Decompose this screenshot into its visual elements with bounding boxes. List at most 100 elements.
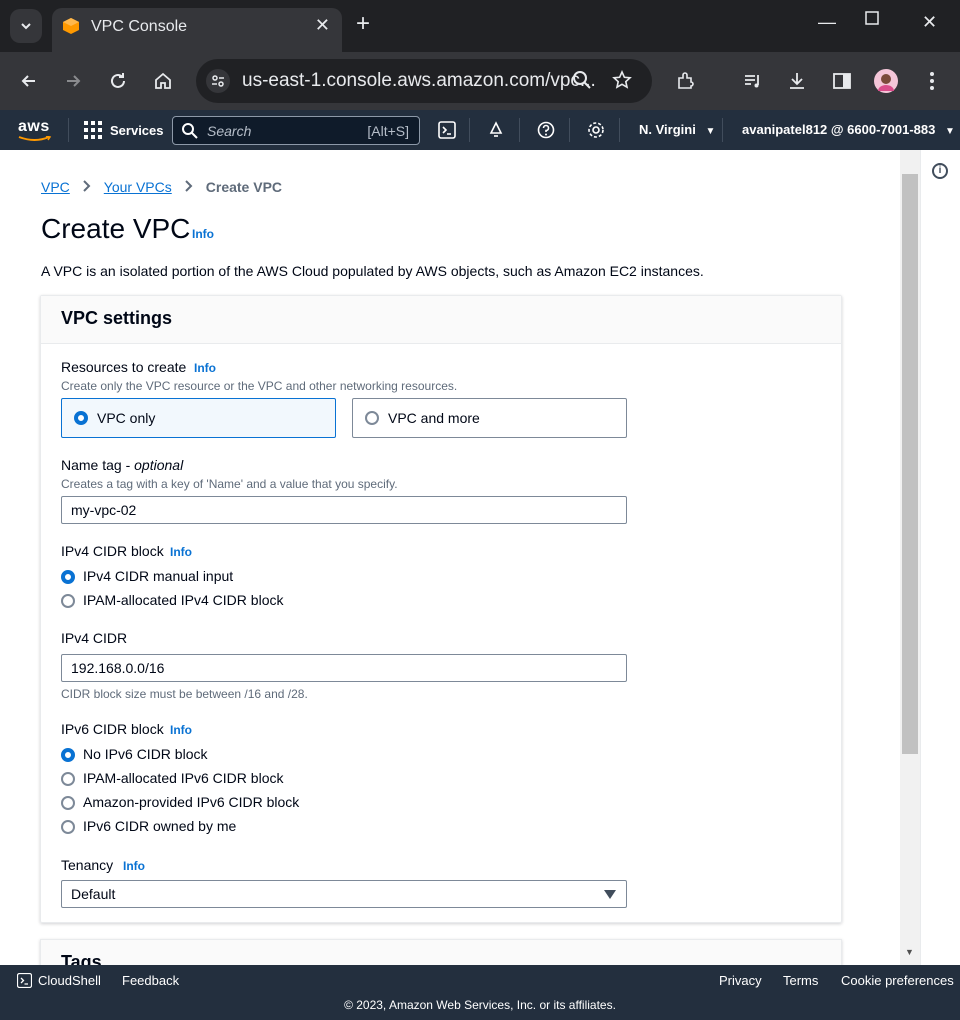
nav-divider bbox=[68, 118, 69, 142]
nav-divider bbox=[619, 118, 620, 142]
aws-search-input[interactable]: Search [Alt+S] bbox=[172, 116, 420, 145]
forward-icon[interactable] bbox=[61, 69, 85, 93]
page-description: A VPC is an isolated portion of the AWS … bbox=[41, 263, 704, 279]
panel-header: VPC settings bbox=[41, 296, 841, 344]
services-menu-button[interactable]: Services bbox=[84, 121, 164, 139]
resources-label: Resources to create bbox=[61, 359, 187, 375]
url-text[interactable]: us-east-1.console.aws.amazon.com/vpc... bbox=[242, 70, 596, 92]
aws-cube-favicon-icon bbox=[63, 18, 79, 34]
account-label: avanipatel812 @ 6600-7001-883 bbox=[742, 122, 936, 137]
tenancy-info-link[interactable]: Info bbox=[123, 859, 145, 873]
scrollbar-thumb[interactable] bbox=[902, 174, 918, 754]
radio-vpc-only[interactable] bbox=[74, 411, 88, 425]
terms-link[interactable]: Terms bbox=[783, 973, 818, 988]
new-tab-button[interactable]: + bbox=[356, 12, 370, 36]
name-tag-optional: optional bbox=[134, 457, 184, 473]
tile-vpc-and-more-label: VPC and more bbox=[388, 410, 480, 426]
back-icon[interactable] bbox=[17, 69, 41, 93]
ipv4-cidr-constraint: CIDR block size must be between /16 and … bbox=[61, 687, 308, 701]
home-icon[interactable] bbox=[151, 69, 175, 93]
settings-gear-icon[interactable] bbox=[587, 121, 605, 139]
nav-divider bbox=[519, 118, 520, 142]
tile-vpc-and-more[interactable]: VPC and more bbox=[352, 398, 627, 438]
ipv6-amazon-label: Amazon-provided IPv6 CIDR block bbox=[83, 794, 300, 810]
cloudshell-button[interactable]: CloudShell bbox=[17, 973, 101, 988]
radio-ipv6-none[interactable] bbox=[61, 748, 75, 762]
search-icon bbox=[182, 123, 198, 139]
account-menu[interactable]: avanipatel812 @ 6600-7001-883 ▼ bbox=[742, 122, 955, 137]
info-panel-icon[interactable]: i bbox=[932, 163, 948, 179]
notifications-bell-icon[interactable] bbox=[487, 121, 505, 139]
feedback-link[interactable]: Feedback bbox=[122, 973, 179, 988]
bookmark-star-icon[interactable] bbox=[612, 70, 632, 95]
region-selector[interactable]: N. Virgini ▼ bbox=[639, 122, 715, 137]
ipv6-ipam-label: IPAM-allocated IPv6 CIDR block bbox=[83, 770, 284, 786]
resources-info-link[interactable]: Info bbox=[194, 361, 216, 375]
privacy-link[interactable]: Privacy bbox=[719, 973, 762, 988]
media-control-icon[interactable] bbox=[741, 69, 765, 93]
tags-panel-title: Tags bbox=[61, 952, 102, 965]
tile-vpc-only[interactable]: VPC only bbox=[61, 398, 336, 438]
breadcrumb: VPC Your VPCs Create VPC bbox=[41, 179, 282, 195]
close-window-button[interactable]: ✕ bbox=[922, 12, 937, 33]
radio-ipv4-ipam[interactable] bbox=[61, 594, 75, 608]
breadcrumb-vpc-link[interactable]: VPC bbox=[41, 179, 70, 195]
nav-divider bbox=[722, 118, 723, 142]
minimize-button[interactable]: — bbox=[818, 12, 836, 33]
profile-avatar[interactable] bbox=[874, 69, 898, 93]
cloudshell-icon[interactable] bbox=[438, 121, 456, 139]
help-icon[interactable] bbox=[537, 121, 555, 139]
side-panel-icon[interactable] bbox=[830, 69, 854, 93]
page-scrollbar[interactable]: ▼ bbox=[900, 150, 920, 965]
search-shortcut: [Alt+S] bbox=[367, 123, 409, 139]
nav-divider bbox=[569, 118, 570, 142]
services-label: Services bbox=[110, 122, 164, 138]
ipv6-block-info-link[interactable]: Info bbox=[170, 723, 192, 737]
radio-ipv6-amazon[interactable] bbox=[61, 796, 75, 810]
nav-divider bbox=[469, 118, 470, 142]
chevron-right-icon bbox=[184, 179, 194, 195]
ipv4-block-label: IPv4 CIDR block bbox=[61, 543, 164, 559]
browser-tab-strip: VPC Console ✕ + — ✕ bbox=[0, 0, 960, 52]
radio-ipv4-manual[interactable] bbox=[61, 570, 75, 584]
caret-down-icon: ▼ bbox=[705, 126, 716, 137]
ipv4-manual-label: IPv4 CIDR manual input bbox=[83, 568, 234, 584]
cookie-preferences-link[interactable]: Cookie preferences bbox=[841, 973, 954, 988]
browser-menu-icon[interactable] bbox=[920, 69, 944, 93]
zoom-search-icon[interactable] bbox=[572, 70, 592, 95]
search-placeholder: Search bbox=[207, 123, 252, 139]
address-bar[interactable]: us-east-1.console.aws.amazon.com/vpc... bbox=[196, 59, 652, 103]
tenancy-value: Default bbox=[71, 886, 116, 902]
tab-search-button[interactable] bbox=[10, 9, 42, 43]
ipv4-cidr-input[interactable]: 192.168.0.0/16 bbox=[61, 654, 627, 682]
ipv4-cidr-value: 192.168.0.0/16 bbox=[71, 660, 165, 676]
ipv4-block-info-link[interactable]: Info bbox=[170, 545, 192, 559]
tags-panel: Tags bbox=[40, 939, 842, 965]
maximize-button[interactable] bbox=[864, 10, 880, 31]
grid-icon bbox=[84, 121, 102, 139]
scroll-down-arrow-icon[interactable]: ▼ bbox=[905, 947, 914, 957]
tab-title: VPC Console bbox=[91, 18, 188, 35]
radio-ipv6-owned[interactable] bbox=[61, 820, 75, 834]
aws-logo[interactable]: aws bbox=[18, 118, 52, 141]
tab-close-icon[interactable]: ✕ bbox=[315, 15, 330, 36]
tile-vpc-only-label: VPC only bbox=[97, 410, 156, 426]
download-icon[interactable] bbox=[785, 69, 809, 93]
page-title: Create VPC bbox=[41, 213, 191, 244]
cloudshell-label: CloudShell bbox=[38, 973, 101, 988]
reload-icon[interactable] bbox=[106, 69, 130, 93]
page-info-link[interactable]: Info bbox=[192, 227, 214, 241]
radio-ipv6-ipam[interactable] bbox=[61, 772, 75, 786]
aws-smile-icon bbox=[18, 136, 52, 141]
ipv4-ipam-label: IPAM-allocated IPv4 CIDR block bbox=[83, 592, 284, 608]
tenancy-select[interactable]: Default bbox=[61, 880, 627, 908]
tenancy-label: Tenancy bbox=[61, 857, 114, 873]
caret-down-icon bbox=[604, 890, 616, 899]
browser-tab-active[interactable]: VPC Console ✕ bbox=[52, 8, 342, 52]
ipv4-cidr-label: IPv4 CIDR bbox=[61, 630, 128, 646]
breadcrumb-your-vpcs-link[interactable]: Your VPCs bbox=[104, 179, 172, 195]
name-tag-input[interactable]: my-vpc-02 bbox=[61, 496, 627, 524]
site-info-icon[interactable] bbox=[206, 69, 230, 93]
extensions-icon[interactable] bbox=[674, 69, 698, 93]
radio-vpc-and-more[interactable] bbox=[365, 411, 379, 425]
